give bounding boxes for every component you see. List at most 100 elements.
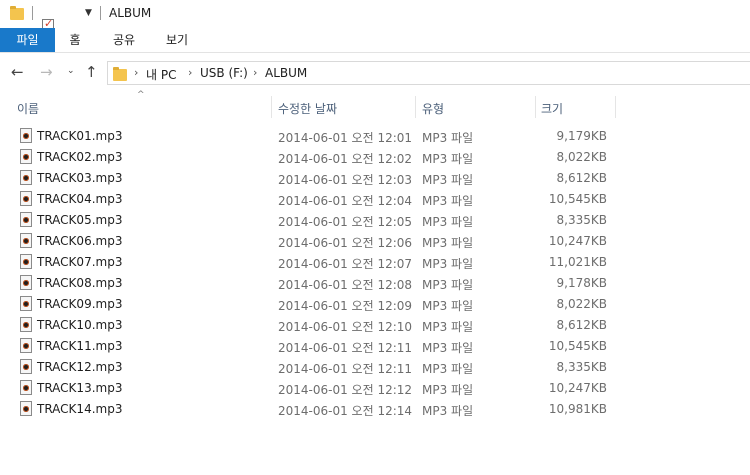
navigation-bar: ← → ⌄ ↑ › 내 PC › USB (F:) › ALBUM bbox=[0, 53, 750, 93]
breadcrumb-this-pc[interactable]: 내 PC bbox=[146, 66, 176, 83]
column-header-date[interactable]: 수정한 날짜 bbox=[278, 100, 337, 117]
file-name: TRACK07.mp3 bbox=[37, 255, 123, 269]
file-name: TRACK01.mp3 bbox=[37, 129, 123, 143]
mp3-file-icon bbox=[20, 359, 32, 374]
file-size: 8,612KB bbox=[556, 171, 607, 185]
file-size: 8,335KB bbox=[556, 360, 607, 374]
mp3-file-icon bbox=[20, 296, 32, 311]
column-divider[interactable] bbox=[535, 96, 536, 118]
mp3-file-icon bbox=[20, 233, 32, 248]
breadcrumb-album[interactable]: ALBUM bbox=[265, 66, 307, 80]
tab-view[interactable]: 보기 bbox=[157, 28, 197, 52]
file-size: 10,247KB bbox=[548, 381, 607, 395]
file-date: 2014-06-01 오전 12:03 bbox=[278, 173, 413, 187]
chevron-right-icon[interactable]: › bbox=[253, 66, 257, 79]
file-name: TRACK13.mp3 bbox=[37, 381, 123, 395]
file-size: 10,545KB bbox=[548, 339, 607, 353]
tab-file[interactable]: 파일 bbox=[0, 28, 55, 52]
column-divider[interactable] bbox=[415, 96, 416, 118]
file-row[interactable]: TRACK02.mp3 2014-06-01 오전 12:02 MP3 파일 8… bbox=[0, 147, 750, 168]
breadcrumb-usb-drive[interactable]: USB (F:) bbox=[200, 66, 248, 80]
folder-icon bbox=[113, 67, 127, 81]
mp3-file-icon bbox=[20, 275, 32, 290]
title-bar: ▼ ALBUM bbox=[0, 0, 750, 45]
folder-icon bbox=[10, 6, 24, 20]
mp3-file-icon bbox=[20, 149, 32, 164]
file-row[interactable]: TRACK10.mp3 2014-06-01 오전 12:10 MP3 파일 8… bbox=[0, 315, 750, 336]
file-size: 11,021KB bbox=[548, 255, 607, 269]
file-row[interactable]: TRACK05.mp3 2014-06-01 오전 12:05 MP3 파일 8… bbox=[0, 210, 750, 231]
file-name: TRACK09.mp3 bbox=[37, 297, 123, 311]
file-type: MP3 파일 bbox=[422, 383, 474, 397]
file-row[interactable]: TRACK03.mp3 2014-06-01 오전 12:03 MP3 파일 8… bbox=[0, 168, 750, 189]
file-type: MP3 파일 bbox=[422, 320, 474, 334]
file-type: MP3 파일 bbox=[422, 131, 474, 145]
file-type: MP3 파일 bbox=[422, 194, 474, 208]
tab-home[interactable]: 홈 bbox=[60, 28, 90, 52]
file-size: 10,981KB bbox=[548, 402, 607, 416]
file-date: 2014-06-01 오전 12:10 bbox=[278, 320, 413, 334]
file-date: 2014-06-01 오전 12:04 bbox=[278, 194, 413, 208]
mp3-file-icon bbox=[20, 128, 32, 143]
column-divider[interactable] bbox=[271, 96, 272, 118]
mp3-file-icon bbox=[20, 401, 32, 416]
file-name: TRACK05.mp3 bbox=[37, 213, 123, 227]
file-row[interactable]: TRACK13.mp3 2014-06-01 오전 12:12 MP3 파일 1… bbox=[0, 378, 750, 399]
chevron-right-icon[interactable]: › bbox=[134, 66, 138, 79]
file-name: TRACK10.mp3 bbox=[37, 318, 123, 332]
file-row[interactable]: TRACK04.mp3 2014-06-01 오전 12:04 MP3 파일 1… bbox=[0, 189, 750, 210]
file-size: 10,247KB bbox=[548, 234, 607, 248]
file-row[interactable]: TRACK12.mp3 2014-06-01 오전 12:11 MP3 파일 8… bbox=[0, 357, 750, 378]
file-date: 2014-06-01 오전 12:02 bbox=[278, 152, 413, 166]
recent-locations-chevron-down-icon[interactable]: ⌄ bbox=[67, 66, 75, 76]
back-arrow-icon[interactable]: ← bbox=[11, 63, 24, 81]
file-size: 9,179KB bbox=[556, 129, 607, 143]
file-row[interactable]: TRACK14.mp3 2014-06-01 오전 12:14 MP3 파일 1… bbox=[0, 399, 750, 420]
file-type: MP3 파일 bbox=[422, 278, 474, 292]
file-date: 2014-06-01 오전 12:14 bbox=[278, 404, 413, 418]
address-bar[interactable]: › 내 PC › USB (F:) › ALBUM bbox=[107, 61, 750, 85]
chevron-right-icon[interactable]: › bbox=[188, 66, 192, 79]
file-list: TRACK01.mp3 2014-06-01 오전 12:01 MP3 파일 9… bbox=[0, 126, 750, 420]
file-date: 2014-06-01 오전 12:05 bbox=[278, 215, 413, 229]
file-row[interactable]: TRACK07.mp3 2014-06-01 오전 12:07 MP3 파일 1… bbox=[0, 252, 750, 273]
customize-toolbar-icon[interactable]: ▼ bbox=[85, 8, 92, 18]
file-name: TRACK11.mp3 bbox=[37, 339, 123, 353]
mp3-file-icon bbox=[20, 317, 32, 332]
forward-arrow-icon[interactable]: → bbox=[40, 63, 53, 81]
column-header-type[interactable]: 유형 bbox=[422, 100, 444, 117]
file-type: MP3 파일 bbox=[422, 341, 474, 355]
column-header-name[interactable]: 이름 bbox=[17, 100, 39, 117]
tab-share[interactable]: 공유 bbox=[104, 28, 144, 52]
file-type: MP3 파일 bbox=[422, 173, 474, 187]
divider bbox=[100, 6, 101, 20]
file-type: MP3 파일 bbox=[422, 215, 474, 229]
column-divider[interactable] bbox=[615, 96, 616, 118]
file-size: 8,335KB bbox=[556, 213, 607, 227]
file-name: TRACK06.mp3 bbox=[37, 234, 123, 248]
file-type: MP3 파일 bbox=[422, 152, 474, 166]
file-date: 2014-06-01 오전 12:11 bbox=[278, 341, 413, 355]
column-header-size[interactable]: 크기 bbox=[541, 100, 563, 117]
file-type: MP3 파일 bbox=[422, 257, 474, 271]
file-row[interactable]: TRACK08.mp3 2014-06-01 오전 12:08 MP3 파일 9… bbox=[0, 273, 750, 294]
window-title: ALBUM bbox=[109, 6, 152, 20]
file-row[interactable]: TRACK06.mp3 2014-06-01 오전 12:06 MP3 파일 1… bbox=[0, 231, 750, 252]
up-arrow-icon[interactable]: ↑ bbox=[85, 63, 98, 81]
file-type: MP3 파일 bbox=[422, 236, 474, 250]
file-size: 8,022KB bbox=[556, 297, 607, 311]
file-row[interactable]: TRACK09.mp3 2014-06-01 오전 12:09 MP3 파일 8… bbox=[0, 294, 750, 315]
file-date: 2014-06-01 오전 12:01 bbox=[278, 131, 413, 145]
file-date: 2014-06-01 오전 12:12 bbox=[278, 383, 413, 397]
file-date: 2014-06-01 오전 12:08 bbox=[278, 278, 413, 292]
mp3-file-icon bbox=[20, 338, 32, 353]
file-date: 2014-06-01 오전 12:11 bbox=[278, 362, 413, 376]
file-row[interactable]: TRACK01.mp3 2014-06-01 오전 12:01 MP3 파일 9… bbox=[0, 126, 750, 147]
file-row[interactable]: TRACK11.mp3 2014-06-01 오전 12:11 MP3 파일 1… bbox=[0, 336, 750, 357]
mp3-file-icon bbox=[20, 254, 32, 269]
mp3-file-icon bbox=[20, 170, 32, 185]
file-size: 8,612KB bbox=[556, 318, 607, 332]
file-date: 2014-06-01 오전 12:07 bbox=[278, 257, 413, 271]
file-date: 2014-06-01 오전 12:06 bbox=[278, 236, 413, 250]
mp3-file-icon bbox=[20, 380, 32, 395]
